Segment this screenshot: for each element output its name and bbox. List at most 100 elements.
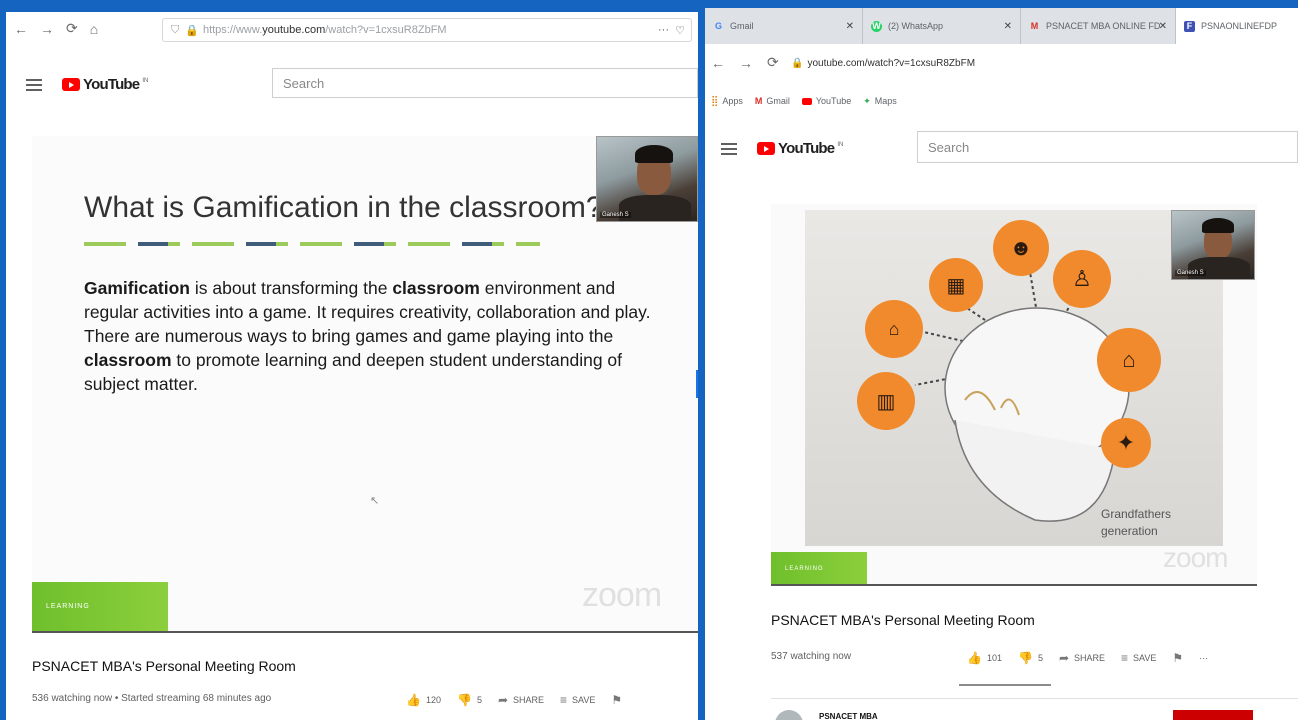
slide-caption-line-2: generation	[1101, 524, 1158, 538]
right-address-bar[interactable]: 🔒 youtube.com/watch?v=1cxsuR8ZbFM	[791, 58, 975, 69]
right-video-player[interactable]: ▦ ☻ ♙ ⌂ ⌂ ▥ ✦ Grandfathers generation Ga…	[771, 204, 1257, 586]
share-label: SHARE	[513, 695, 545, 705]
slide-illustration: ▦ ☻ ♙ ⌂ ⌂ ▥ ✦ Grandfathers generation	[805, 210, 1223, 546]
more-actions-button[interactable]: ···	[1199, 653, 1208, 663]
flag-icon: ⚑	[1172, 651, 1184, 665]
tab-label: (2) WhatsApp	[888, 21, 944, 31]
left-youtube-header: YouTube IN	[26, 76, 148, 93]
village-node-icon: ⌂	[865, 300, 923, 358]
scroll-marker[interactable]	[696, 370, 698, 398]
learning-logo-text: LEARNING	[785, 566, 824, 572]
home-icon[interactable]: ⌂	[90, 21, 98, 37]
house-node-icon: ⌂	[1097, 328, 1161, 392]
right-video-actions: 👍 101 👎 5 ➦ SHARE ≡ SAVE ⚑ ···	[967, 651, 1208, 665]
left-search-input[interactable]: Search	[272, 68, 698, 98]
tab-whatsapp[interactable]: W (2) WhatsApp ✕	[863, 8, 1021, 44]
region-code: IN	[142, 78, 149, 84]
back-icon[interactable]: ←	[711, 55, 725, 71]
whatsapp-tab-icon: W	[871, 20, 882, 32]
search-placeholder: Search	[928, 139, 970, 155]
channel-avatar[interactable]	[775, 710, 803, 720]
learning-logo-bar: LEARNING	[32, 582, 168, 631]
forms-tab-icon: F	[1184, 20, 1195, 32]
reload-icon[interactable]: ⟳	[66, 20, 78, 37]
zoom-watermark: zoom	[582, 576, 662, 614]
left-video-player[interactable]: What is Gamification in the classroom? G…	[32, 136, 698, 633]
right-nav-toolbar: ← → ⟳	[711, 54, 779, 71]
bookmark-gmail[interactable]: M Gmail	[755, 96, 790, 106]
close-tab-icon[interactable]: ✕	[1004, 21, 1012, 32]
zoom-watermark: zoom	[1163, 542, 1228, 573]
save-button[interactable]: ≡ SAVE	[1121, 651, 1156, 665]
gmail-tab-icon: G	[714, 21, 722, 31]
group-node-icon: ☻	[993, 220, 1049, 276]
dislike-count: 5	[1037, 653, 1043, 663]
gmail-icon: M	[754, 96, 763, 106]
slide-body-bold-3: classroom	[84, 350, 172, 370]
report-button[interactable]: ⚑	[611, 693, 622, 707]
slide-body-text-1: is about transforming the	[190, 278, 393, 298]
thumbs-down-icon: 👎	[456, 693, 472, 707]
webcam-thumbnail: Ganesh S	[596, 136, 698, 222]
save-label: SAVE	[1133, 653, 1157, 663]
dislike-button[interactable]: 👎 5	[1018, 651, 1043, 665]
close-tab-icon[interactable]: ✕	[1159, 21, 1167, 32]
url-rest: /watch?v=1cxsuR8ZbFM	[325, 24, 447, 36]
left-browser-window: ← → ⟳ ⌂ ⛉ 🔒 https://www. youtube.com/watc…	[6, 12, 698, 720]
tab-gmail[interactable]: G Gmail ✕	[705, 8, 863, 44]
forward-icon[interactable]: →	[40, 21, 54, 37]
like-button[interactable]: 👍 101	[967, 651, 1002, 665]
tab-label: PSNACET MBA ONLINE FD	[1046, 21, 1161, 31]
url-prefix: https://www.	[202, 24, 263, 36]
menu-icon[interactable]	[26, 78, 42, 91]
left-nav-toolbar: ← → ⟳ ⌂	[14, 20, 98, 37]
dislike-button[interactable]: 👎 5	[457, 693, 482, 707]
playlist-add-icon: ≡	[560, 693, 568, 707]
slide-body-bold-2: classroom	[392, 278, 480, 298]
close-tab-icon[interactable]: ✕	[846, 21, 854, 32]
webcam-name-tag: Ganesh S	[600, 212, 631, 218]
subscribe-button[interactable]	[1173, 710, 1253, 720]
like-button[interactable]: 👍 120	[406, 693, 441, 707]
youtube-logo[interactable]: YouTube IN	[62, 76, 148, 93]
share-button[interactable]: ➦ SHARE	[1059, 651, 1105, 665]
slide-caption: Grandfathers generation	[1101, 506, 1171, 540]
lock-icon: 🔒	[185, 24, 199, 37]
maps-icon: ✦	[863, 95, 871, 106]
tab-psnaonlinefdp[interactable]: F PSNAONLINEFDP	[1176, 8, 1298, 44]
left-address-bar[interactable]: ⛉ 🔒 https://www. youtube.com/watch?v=1cxs…	[162, 18, 692, 42]
learning-logo-bar: LEARNING	[771, 552, 867, 584]
webcam-thumbnail: Ganesh S	[1171, 210, 1255, 280]
webcam-name-tag: Ganesh S	[1175, 270, 1206, 276]
bookmark-apps[interactable]: ⣿ Apps	[711, 96, 743, 107]
channel-name[interactable]: PSNACET MBA	[819, 712, 878, 720]
menu-icon[interactable]	[721, 142, 737, 155]
bookmark-youtube[interactable]: YouTube	[801, 96, 851, 106]
pocket-icon[interactable]: ♡	[675, 24, 685, 37]
book-node-icon: ▥	[857, 372, 915, 430]
save-label: SAVE	[572, 695, 596, 705]
save-button[interactable]: ≡ SAVE	[560, 693, 595, 707]
more-options-icon[interactable]: ···	[658, 24, 669, 36]
right-search-input[interactable]: Search	[917, 131, 1298, 163]
report-button[interactable]: ⚑	[1172, 651, 1183, 665]
bookmark-label: Apps	[722, 96, 743, 106]
like-count: 101	[986, 653, 1002, 663]
tab-psnacet-mba[interactable]: M PSNACET MBA ONLINE FD ✕	[1021, 8, 1176, 44]
learning-logo-text: LEARNING	[46, 603, 90, 610]
lock-icon: 🔒	[791, 58, 804, 69]
tab-label: PSNAONLINEFDP	[1201, 21, 1278, 31]
compass-node-icon: ✦	[1101, 418, 1151, 468]
reload-icon[interactable]: ⟳	[767, 54, 779, 71]
family-node-icon: ♙	[1053, 250, 1111, 308]
youtube-logo[interactable]: YouTube IN	[757, 140, 843, 157]
bookmark-maps[interactable]: ✦ Maps	[863, 96, 897, 107]
like-count: 120	[425, 695, 441, 705]
shield-icon: ⛉	[171, 23, 180, 36]
thumbs-up-icon: 👍	[967, 651, 982, 665]
back-icon[interactable]: ←	[14, 21, 28, 37]
forward-icon[interactable]: →	[739, 55, 753, 71]
share-button[interactable]: ➦ SHARE	[498, 693, 544, 707]
bookmark-label: Maps	[874, 96, 897, 106]
slide-heading-underline	[84, 242, 540, 246]
